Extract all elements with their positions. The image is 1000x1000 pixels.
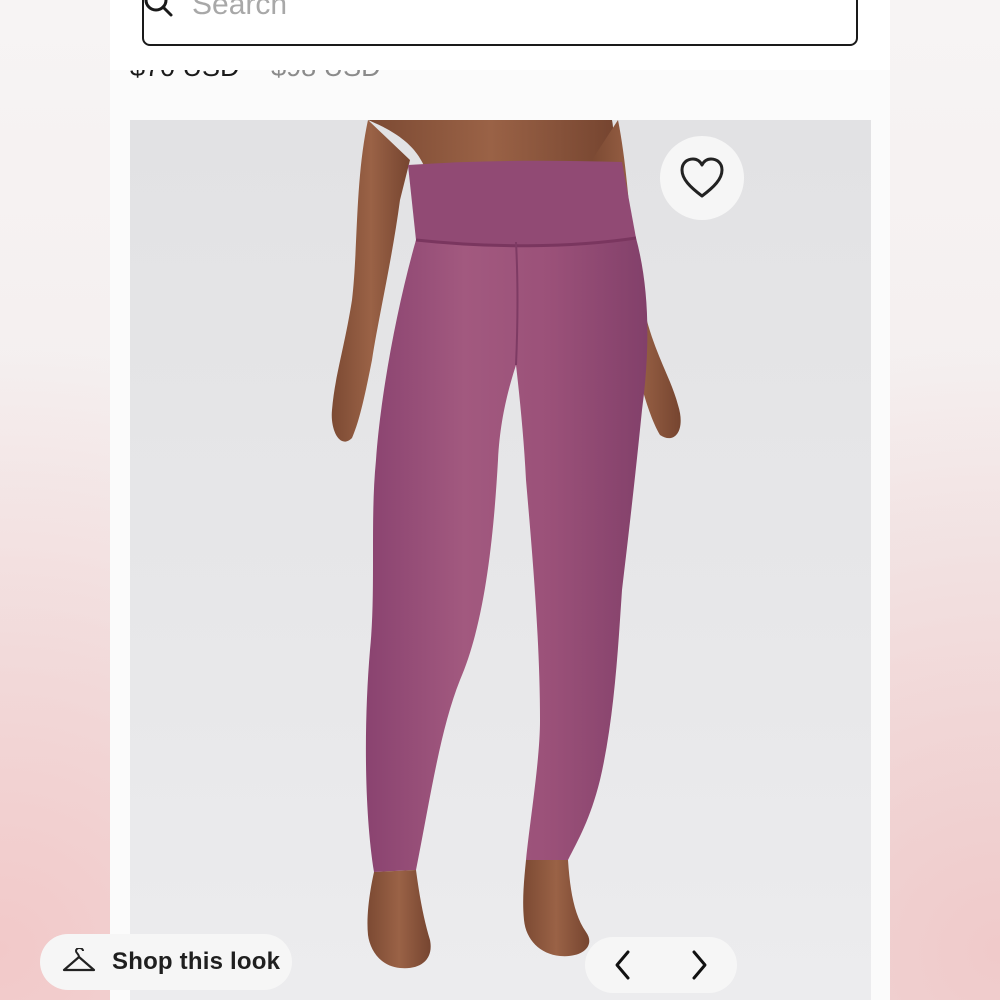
product-panel: $70 USD $98 USD: [110, 0, 890, 1000]
hanger-icon: [62, 948, 96, 972]
previous-image-button[interactable]: [603, 945, 643, 985]
shop-this-look-label: Shop this look: [112, 948, 281, 975]
favorite-button[interactable]: [660, 136, 744, 220]
heart-icon: [680, 157, 724, 198]
search-icon[interactable]: [142, 0, 174, 22]
next-image-button[interactable]: [679, 945, 719, 985]
image-navigation: [585, 937, 737, 993]
shop-this-look-button[interactable]: Shop this look: [40, 934, 292, 990]
search-bar: [110, 0, 890, 70]
leggings-illustration: [331, 120, 681, 969]
chevron-left-icon: [615, 950, 630, 980]
search-input[interactable]: [190, 0, 794, 28]
chevron-right-icon: [692, 950, 707, 980]
product-photo[interactable]: [130, 120, 871, 1000]
